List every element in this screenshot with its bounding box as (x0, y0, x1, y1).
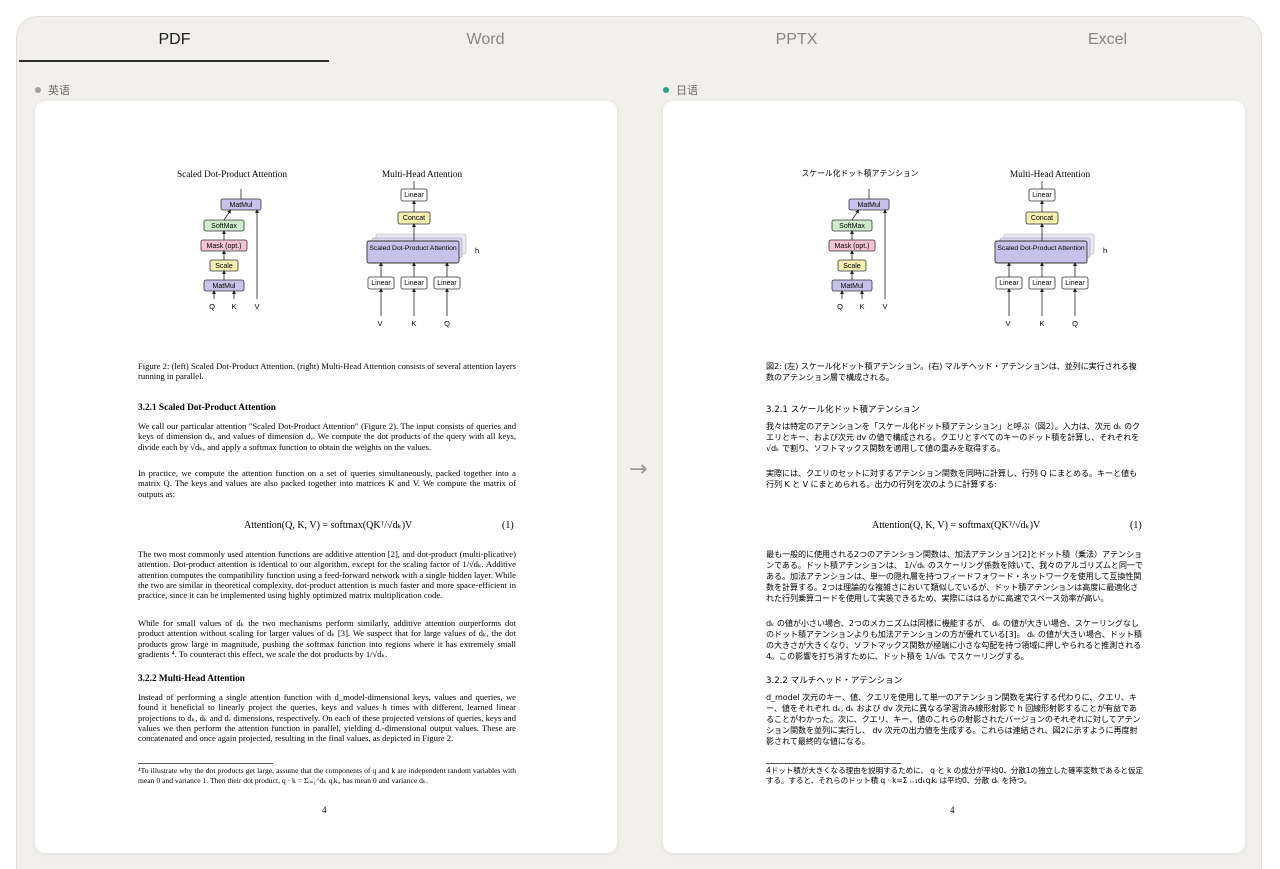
active-tab-indicator (19, 60, 329, 62)
footnote: ⁴To illustrate why the dot products get … (138, 766, 516, 785)
page-number: 4 (322, 805, 327, 815)
section-title-3-2-2: 3.2.2 Multi-Head Attention (138, 674, 245, 684)
diagram-left-title: Scaled Dot-Product Attention (177, 170, 287, 180)
translate-arrow-icon: → (629, 457, 648, 482)
input-k: K (859, 302, 864, 311)
footnote-divider (766, 763, 901, 764)
scaled-attention-label: Scaled Dot-Product Attention (997, 245, 1084, 252)
paragraph-3: 最も一般的に使用される2つのアテンション関数は、加法アテンション[2]とドット積… (766, 549, 1143, 603)
linear-output-label: Linear (404, 192, 424, 199)
target-language-text: 日语 (676, 84, 698, 97)
matmul-label-2: MatMul (841, 283, 864, 290)
matmul-label: MatMul (230, 202, 253, 209)
softmax-label: SoftMax (211, 223, 237, 230)
softmax-label: SoftMax (839, 223, 865, 230)
page-number: 4 (950, 805, 955, 815)
input-k-right: K (1039, 319, 1044, 328)
mask-label: Mask (opt.) (206, 243, 241, 250)
diagram-right-title: Multi-Head Attention (1010, 170, 1091, 180)
input-k-right: K (411, 319, 416, 328)
input-q-right: Q (1072, 319, 1078, 328)
equation-number: (1) (1130, 520, 1142, 531)
figure-caption: Figure 2: (left) Scaled Dot-Product Atte… (138, 361, 516, 382)
input-q: Q (837, 302, 843, 311)
format-tabs: PDF Word PPTX Excel (17, 17, 1261, 65)
section-title-3-2-1: 3.2.1 スケール化ドット積アテンション (766, 405, 920, 415)
tab-pdf[interactable]: PDF (19, 17, 330, 63)
paragraph-2: 実際には、クエリのセットに対するアテンション関数を同時に計算し、行列 Q にまと… (766, 468, 1137, 489)
input-q-right: Q (444, 319, 450, 328)
linear-q-label: Linear (437, 280, 457, 287)
equation: Attention(Q, K, V) = softmax(QKᵀ/√dₖ)V (872, 520, 1041, 531)
linear-output-label: Linear (1032, 192, 1052, 199)
tab-pptx[interactable]: PPTX (641, 17, 952, 63)
paragraph-5: d_model 次元のキー、値、クエリを使用して単一のアテンション関数を実行する… (766, 692, 1141, 746)
attention-diagram-translated: スケール化ドット積アテンション Multi-Head Attention Mat… (802, 168, 1108, 328)
paragraph-2: In practice, we compute the attention fu… (138, 468, 516, 499)
attention-diagram: Scaled Dot-Product Attention Multi-Head … (177, 170, 479, 328)
paragraph-5: Instead of performing a single attention… (138, 692, 516, 744)
matmul-label-2: MatMul (213, 283, 236, 290)
source-language-text: 英语 (48, 84, 70, 97)
diagram-right-title: Multi-Head Attention (382, 170, 463, 180)
scaled-attention-label: Scaled Dot-Product Attention (369, 245, 456, 252)
equation-number: (1) (502, 520, 514, 531)
equation: Attention(Q, K, V) = softmax(QKᵀ/√dₖ)V (244, 520, 413, 531)
input-v: V (882, 302, 887, 311)
input-v: V (254, 302, 259, 311)
linear-v-label: Linear (371, 280, 391, 287)
paragraph-1: We call our particular attention "Scaled… (138, 421, 516, 452)
concat-label: Concat (403, 215, 425, 222)
scale-label: Scale (215, 263, 233, 270)
section-title-3-2-2: 3.2.2 マルチヘッド・アテンション (766, 676, 903, 686)
source-document-page[interactable]: Scaled Dot-Product Attention Multi-Head … (35, 101, 617, 853)
paragraph-1: 我々は特定のアテンションを「スケール化ドット積アテンション」と呼ぶ（図2）。入力… (766, 421, 1141, 453)
target-language-label: 日语 (663, 82, 698, 98)
target-document-page[interactable]: スケール化ドット積アテンション Multi-Head Attention Mat… (663, 101, 1245, 853)
input-v-right: V (377, 319, 382, 328)
heads-label: h (1103, 246, 1107, 255)
paragraph-4: dₖ の値が小さい場合、2つのメカニズムは同様に機能するが、 dₖ の値が大きい… (766, 618, 1142, 661)
matmul-label: MatMul (858, 202, 881, 209)
input-k: K (231, 302, 236, 311)
linear-q-label: Linear (1065, 280, 1085, 287)
linear-k-label: Linear (1032, 280, 1052, 287)
paragraph-3: The two most commonly used attention fun… (138, 549, 516, 601)
input-q: Q (209, 302, 215, 311)
mask-label: Mask (opt.) (834, 243, 869, 250)
scale-label: Scale (843, 263, 861, 270)
input-v-right: V (1005, 319, 1010, 328)
target-status-dot (663, 87, 669, 93)
heads-label: h (475, 246, 479, 255)
figure-caption: 図2: (左) スケール化ドット積アテンション。(右) マルチヘッド・アテンショ… (766, 361, 1137, 382)
tab-excel[interactable]: Excel (952, 17, 1261, 63)
translation-viewer: PDF Word PPTX Excel 英语 日语 Scaled Dot-Pro… (16, 16, 1262, 869)
section-title-3-2-1: 3.2.1 Scaled Dot-Product Attention (138, 403, 276, 413)
linear-v-label: Linear (999, 280, 1019, 287)
concat-label: Concat (1031, 215, 1053, 222)
footnote-divider (138, 763, 273, 764)
tab-word[interactable]: Word (330, 17, 641, 63)
footnote: 4ドット積が大きくなる理由を説明するために、 q と k の成分が平均0、分散1… (766, 766, 1143, 785)
linear-k-label: Linear (404, 280, 424, 287)
source-status-dot (35, 87, 41, 93)
diagram-left-title: スケール化ドット積アテンション (802, 168, 919, 178)
paragraph-4: While for small values of dₖ the two mec… (138, 618, 516, 659)
source-language-label: 英语 (35, 82, 70, 98)
